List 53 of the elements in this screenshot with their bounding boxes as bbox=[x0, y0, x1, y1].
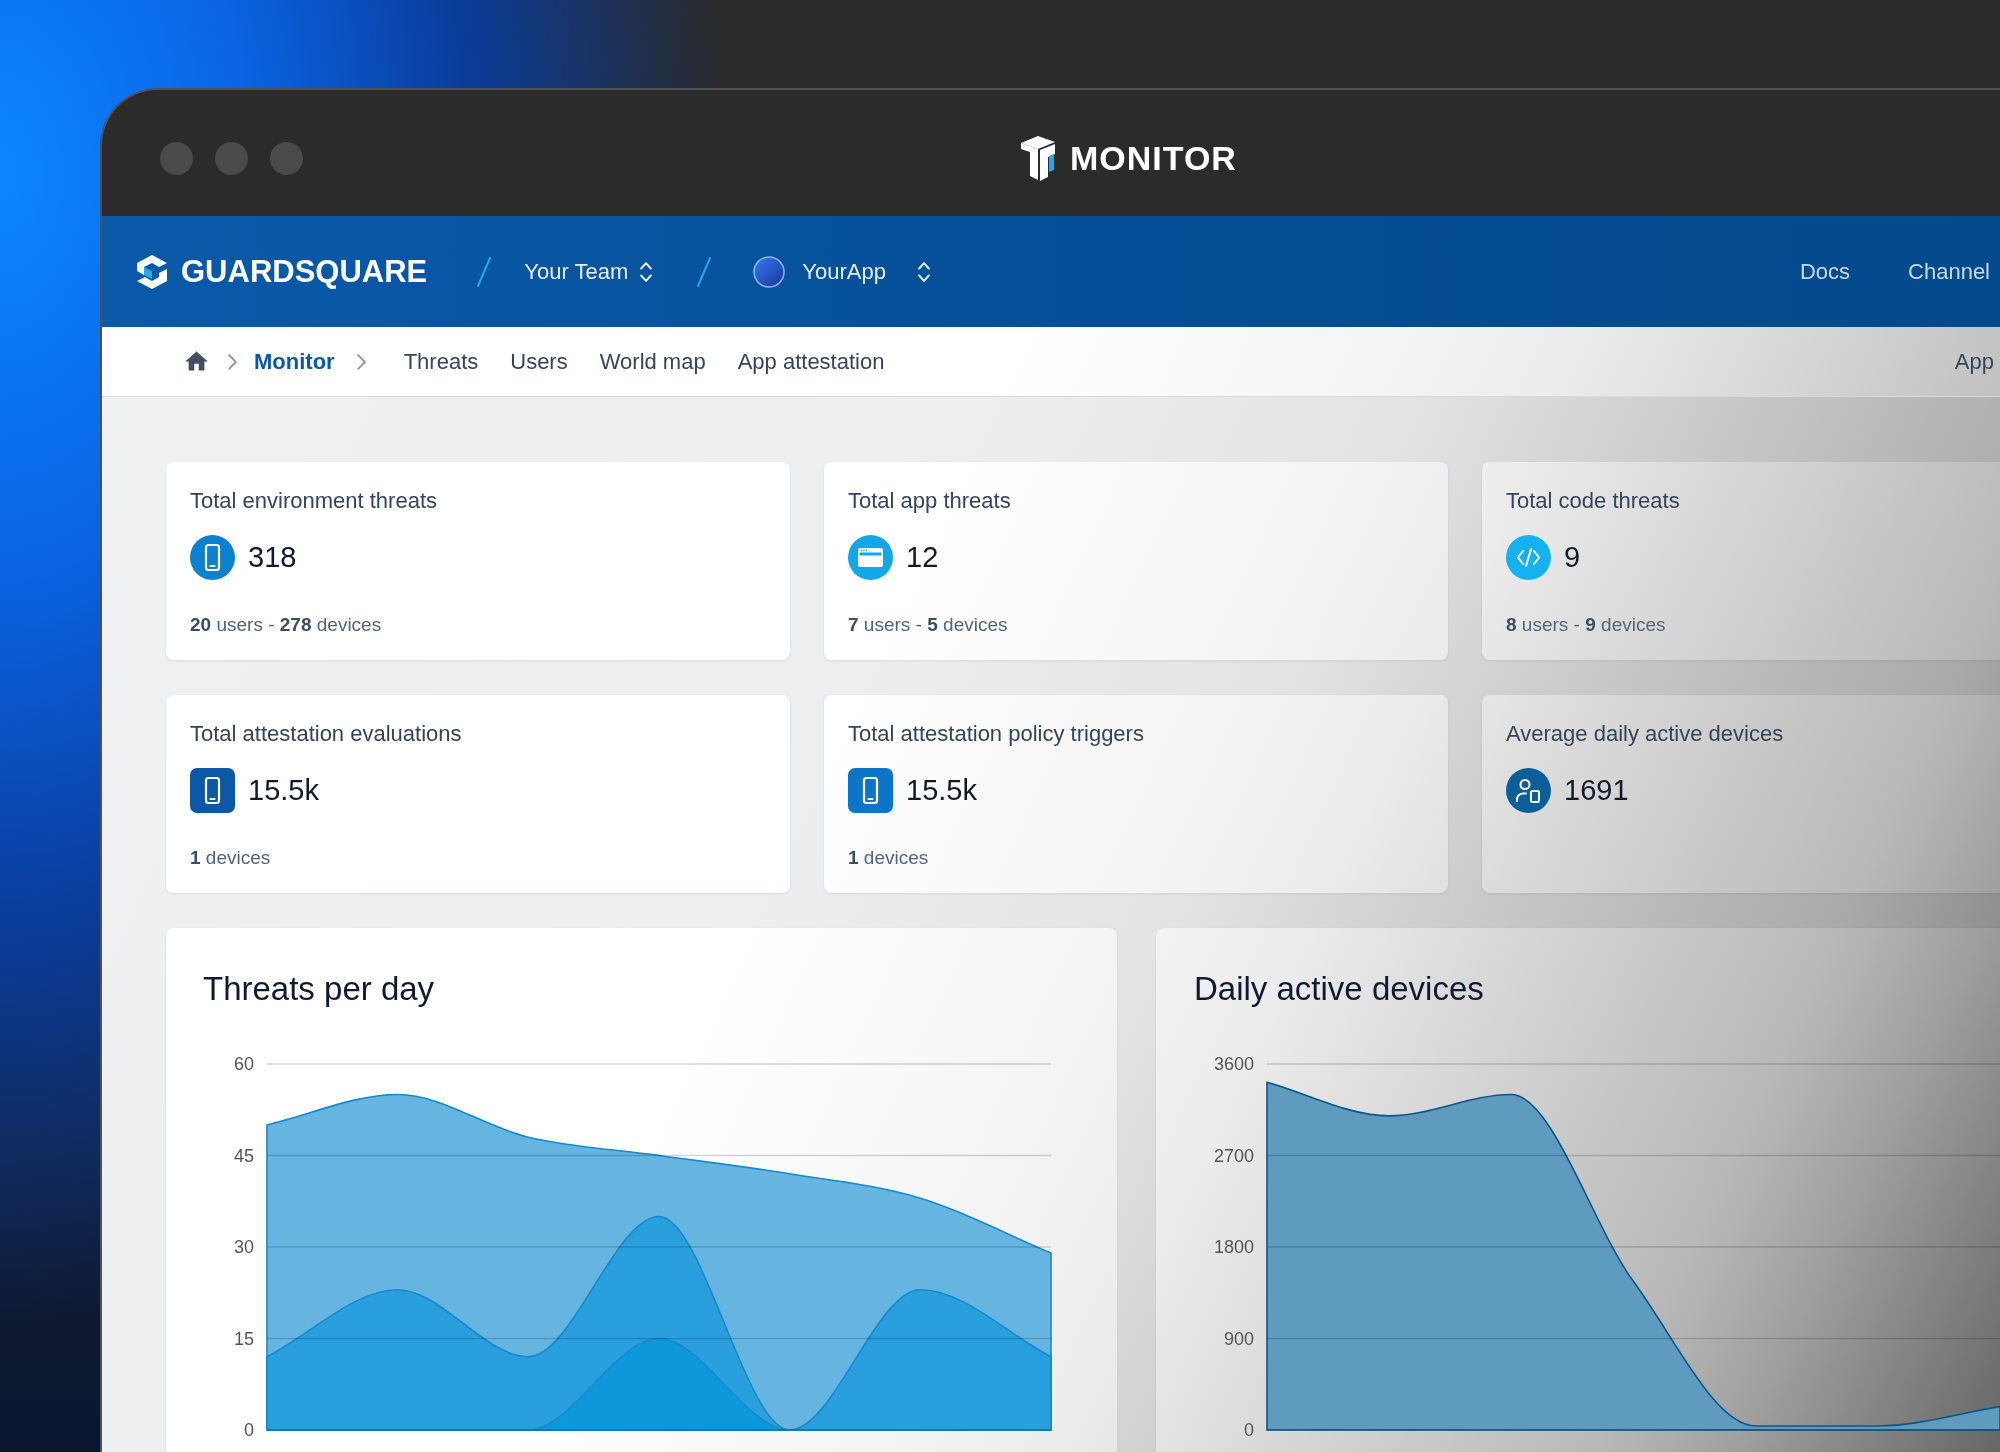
window-title: MONITOR bbox=[1070, 138, 1237, 178]
nav-tab[interactable]: World map bbox=[599, 348, 706, 375]
y-axis-label: 30 bbox=[233, 1237, 254, 1257]
nav-tab[interactable]: App attestation bbox=[737, 348, 885, 375]
stat-value: 12 bbox=[906, 541, 939, 574]
stat-title: Total attestation evaluations bbox=[190, 720, 462, 748]
chart-title: Threats per day bbox=[203, 969, 435, 1009]
window-button[interactable] bbox=[160, 141, 193, 175]
stat-title: Total attestation policy triggers bbox=[848, 720, 1144, 748]
y-axis-label: 45 bbox=[233, 1145, 254, 1166]
slash-divider bbox=[697, 256, 712, 287]
stat-value: 15.5k bbox=[906, 774, 977, 807]
stat-value: 15.5k bbox=[248, 774, 319, 807]
stat-details: 1 devices bbox=[848, 846, 929, 870]
stat-title: Total code threats bbox=[1506, 487, 1680, 515]
app-selector[interactable]: YourApp bbox=[753, 255, 930, 288]
y-axis-label: 2700 bbox=[1213, 1145, 1254, 1166]
y-axis-label: 60 bbox=[233, 1054, 254, 1074]
window-button[interactable] bbox=[215, 141, 248, 175]
stat-details: 20 users - 278 devices bbox=[190, 613, 382, 637]
window-button[interactable] bbox=[270, 141, 303, 175]
slash-divider bbox=[477, 256, 492, 287]
app-icon bbox=[753, 255, 786, 288]
stat-title: Average daily active devices bbox=[1506, 720, 1784, 748]
breadcrumb-link[interactable]: Monitor bbox=[254, 348, 335, 375]
nav-link[interactable]: Channel bbox=[1908, 258, 1990, 285]
stat-details: 1 devices bbox=[190, 846, 271, 870]
nav-tab[interactable]: Users bbox=[510, 348, 568, 375]
y-axis-label: 3600 bbox=[1213, 1054, 1254, 1074]
y-axis-label: 0 bbox=[244, 1420, 254, 1440]
nav-tab[interactable]: Threats bbox=[403, 348, 479, 375]
brand-name: GUARDSQUARE bbox=[181, 253, 428, 290]
stat-title: Total app threats bbox=[848, 487, 1011, 515]
y-axis-label: 1800 bbox=[1213, 1237, 1254, 1257]
stat-title: Total environment threats bbox=[190, 487, 438, 515]
stat-details: 7 users - 5 devices bbox=[848, 613, 1008, 637]
monitor-logo-icon bbox=[1018, 134, 1058, 182]
stat-value: 9 bbox=[1564, 541, 1581, 574]
team-selector[interactable]: Your Team bbox=[524, 258, 653, 285]
y-axis-label: 900 bbox=[1223, 1328, 1254, 1349]
cube-logo-icon bbox=[134, 252, 170, 291]
chevrons-up-down-icon bbox=[640, 261, 653, 282]
stat-value: 1691 bbox=[1564, 774, 1629, 807]
nav-tab[interactable]: App bbox=[1954, 348, 1994, 375]
chevrons-up-down-icon bbox=[917, 261, 930, 282]
y-axis-label: 0 bbox=[1244, 1420, 1254, 1440]
stat-value: 318 bbox=[248, 541, 297, 574]
y-axis-label: 15 bbox=[233, 1328, 254, 1349]
nav-link[interactable]: Docs bbox=[1799, 258, 1851, 285]
chevron-right-icon bbox=[356, 353, 366, 370]
stat-details: 8 users - 9 devices bbox=[1506, 613, 1666, 637]
chevron-right-icon bbox=[228, 353, 237, 370]
chart-title: Daily active devices bbox=[1194, 969, 1484, 1009]
